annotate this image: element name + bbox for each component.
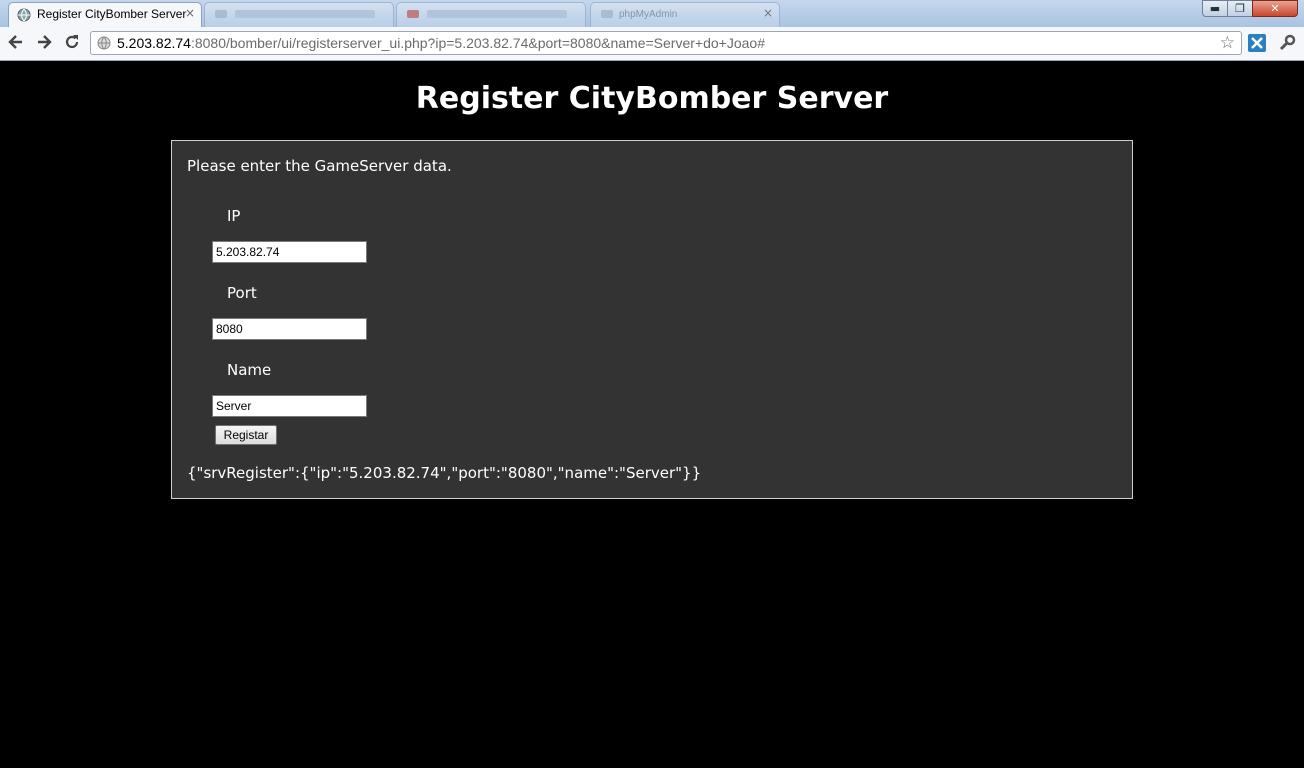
wrench-icon (1279, 34, 1296, 51)
close-window-button[interactable]: ✕ (1252, 0, 1298, 17)
window-controls: ▬ ❐ ✕ (1202, 0, 1298, 18)
blurred-tab-title (235, 10, 375, 18)
extension-button[interactable] (1247, 33, 1267, 53)
tab-close-icon[interactable]: × (185, 6, 195, 20)
browser-titlebar: Register CityBomber Server × phpMyAdmin … (0, 0, 1304, 27)
favicon-placeholder (601, 10, 613, 18)
browser-toolbar: 5.203.82.74:8080/bomber/ui/registerserve… (0, 27, 1304, 61)
url-path: :8080/bomber/ui/registerserver_ui.php?ip… (190, 35, 765, 51)
tab-background[interactable] (396, 2, 586, 27)
tab-title: phpMyAdmin (619, 9, 678, 20)
port-input[interactable] (212, 318, 367, 340)
register-result-json: {"srvRegister":{"ip":"5.203.82.74","port… (187, 464, 702, 482)
reload-button[interactable] (61, 33, 83, 53)
restore-button[interactable]: ❐ (1227, 0, 1253, 17)
tab-close-icon[interactable]: × (763, 6, 773, 20)
url-text: 5.203.82.74:8080/bomber/ui/registerserve… (117, 35, 765, 51)
tab-register-citybomber[interactable]: Register CityBomber Server × (8, 2, 202, 27)
register-button[interactable]: Registar (215, 425, 277, 445)
page-title: Register CityBomber Server (415, 81, 889, 116)
port-label: Port (227, 284, 257, 302)
forward-button[interactable] (33, 33, 55, 53)
back-arrow-icon (8, 35, 22, 49)
settings-wrench-button[interactable] (1277, 33, 1297, 53)
globe-icon (17, 8, 31, 22)
form-intro: Please enter the GameServer data. (187, 157, 452, 175)
minimize-button[interactable]: ▬ (1202, 0, 1228, 17)
reload-icon (65, 35, 79, 49)
page-content: Register CityBomber Server Please enter … (0, 61, 1304, 768)
name-label: Name (227, 361, 272, 379)
url-host: 5.203.82.74 (117, 35, 191, 51)
favicon-placeholder (215, 10, 227, 18)
ip-label: IP (227, 207, 241, 225)
address-bar[interactable]: 5.203.82.74:8080/bomber/ui/registerserve… (90, 31, 1242, 55)
tab-phpmyadmin[interactable]: phpMyAdmin × (590, 2, 780, 27)
register-form-panel: Please enter the GameServer data. IP Por… (171, 140, 1133, 499)
blurred-tab-title (427, 10, 567, 18)
bookmark-star-icon[interactable]: ☆ (1220, 33, 1235, 53)
name-input[interactable] (212, 395, 367, 417)
ip-input[interactable] (212, 241, 367, 263)
page-globe-icon (97, 36, 111, 50)
tab-title: Register CityBomber Server (37, 7, 187, 21)
extension-icon (1248, 34, 1266, 52)
back-button[interactable] (5, 33, 27, 53)
forward-arrow-icon (38, 35, 52, 49)
favicon-placeholder (407, 10, 419, 18)
tab-background[interactable] (204, 2, 394, 27)
